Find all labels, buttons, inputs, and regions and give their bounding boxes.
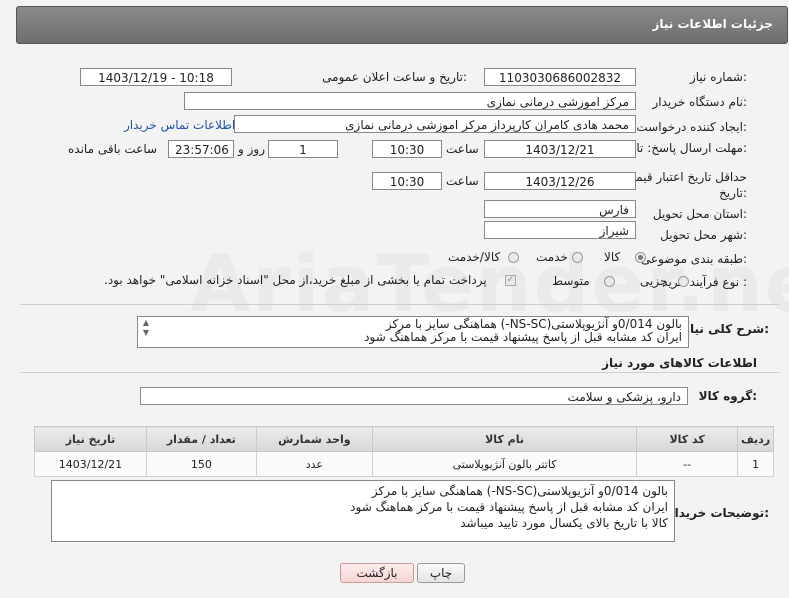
payment-checkbox[interactable]: ✓: [505, 275, 516, 286]
payment-note: پرداخت تمام یا بخشی از مبلغ خرید،از محل …: [104, 273, 487, 287]
process-radio-minor[interactable]: [678, 276, 689, 287]
remaining-label: ساعت باقی مانده: [68, 142, 158, 156]
buyer-notes-field[interactable]: بالون 0/014و آنژیوپلاستی(NS-SC-) هماهنگی…: [51, 480, 675, 542]
category-label: طبقه بندی موضوعی:: [640, 252, 747, 266]
deadline-time-label: ساعت: [446, 142, 479, 156]
province-label: استان محل تحویل:: [652, 207, 747, 221]
category-option-goods: کالا: [604, 250, 621, 264]
col-unit: واحد شمارش: [255, 426, 374, 452]
category-radio-goods[interactable]: [635, 252, 646, 263]
buyer-org-field: مرکز اموزشی درمانی نمازی: [184, 92, 636, 110]
goods-group-label: گروه کالا:: [698, 389, 757, 403]
description-label: شرح کلی نیاز:: [683, 322, 769, 336]
col-qty: تعداد / مقدار: [145, 426, 257, 452]
divider: [20, 304, 780, 305]
days-label: روز و: [238, 142, 265, 156]
cell-row: 1: [737, 451, 774, 477]
cell-date: 1403/12/21: [34, 451, 147, 477]
description-field[interactable]: بالون 0/014و آنژیوپلاستی(NS-SC-) هماهنگی…: [137, 316, 689, 348]
category-option-service: خدمت: [536, 250, 568, 264]
buyer-org-label: نام دستگاه خریدار:: [652, 95, 748, 109]
cell-unit: عدد: [255, 451, 374, 477]
page-header: جزئیات اطلاعات نیاز: [16, 6, 788, 44]
description-scroll-arrows[interactable]: ▲ ▼: [140, 318, 152, 344]
creator-field: محمد هادی کامران کارپرداز مرکز اموزشی در…: [234, 115, 636, 133]
province-field: فارس: [484, 200, 636, 218]
need-number-label: شماره نیاز:: [689, 70, 747, 84]
validity-time-field: 10:30: [372, 172, 442, 190]
cell-code: --: [636, 451, 739, 477]
table-row: 1 -- کاتتر بالون آنژیوپلاستی عدد 150 140…: [34, 451, 774, 477]
buyer-contact-link[interactable]: اطلاعات تماس خریدار: [124, 118, 235, 132]
need-number-field: 1103030686002832: [484, 68, 636, 86]
goods-table: ردیف کد کالا نام کالا واحد شمارش تعداد /…: [34, 426, 774, 477]
validity-time-label: ساعت: [446, 174, 479, 188]
cell-name: کاتتر بالون آنژیوپلاستی: [371, 451, 638, 477]
col-date: تاریخ نیاز: [34, 426, 147, 452]
announce-datetime-field: 1403/12/19 - 10:18: [80, 68, 232, 86]
process-option-minor: جزیی: [640, 274, 668, 288]
col-code: کد کالا: [636, 426, 739, 452]
city-label: شهر محل تحویل:: [660, 228, 747, 242]
creator-label: ایجاد کننده درخواست:: [636, 120, 747, 134]
category-option-goods-service: کالا/خدمت: [448, 250, 501, 264]
remaining-time-field: 23:57:06: [168, 140, 234, 158]
deadline-date-field: 1403/12/21: [484, 140, 636, 158]
cell-qty: 150: [145, 451, 257, 477]
back-button[interactable]: بازگشت: [340, 563, 414, 583]
buyer-notes-label: توضیحات خریدار:: [667, 506, 769, 520]
days-remaining-field: 1: [268, 140, 338, 158]
category-radio-service[interactable]: [572, 252, 583, 263]
col-row: ردیف: [737, 426, 774, 452]
goods-section-title: اطلاعات کالاهای مورد نیاز: [602, 356, 757, 370]
process-option-medium: متوسط: [552, 274, 590, 288]
page-title: جزئیات اطلاعات نیاز: [652, 17, 773, 31]
goods-group-field: دارو، پزشکی و سلامت: [140, 387, 688, 405]
deadline-time-field: 10:30: [372, 140, 442, 158]
process-radio-medium[interactable]: [604, 276, 615, 287]
announce-label: تاریخ و ساعت اعلان عمومی:: [322, 70, 467, 84]
validity-date-field: 1403/12/26: [484, 172, 636, 190]
process-label: نوع فرآیند خرید :: [662, 275, 747, 289]
category-radio-goods-service[interactable]: [508, 252, 519, 263]
city-field: شیراز: [484, 221, 636, 239]
print-button[interactable]: چاپ: [417, 563, 465, 583]
divider: [20, 372, 780, 373]
col-name: نام کالا: [371, 426, 638, 452]
